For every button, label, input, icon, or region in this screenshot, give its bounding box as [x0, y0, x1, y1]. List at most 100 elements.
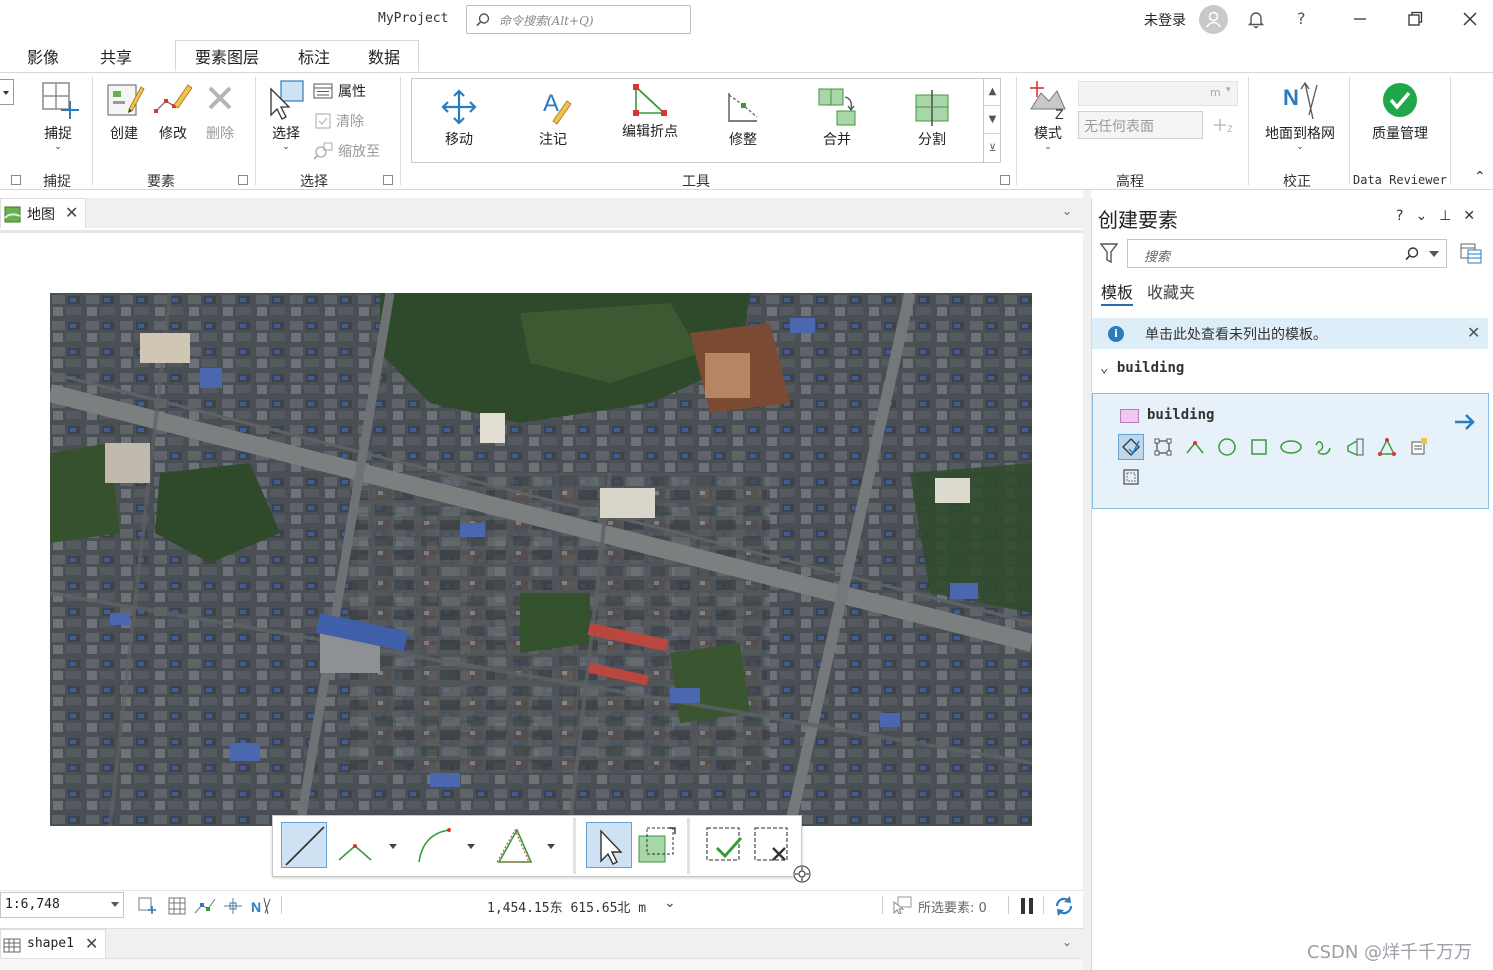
- create-button[interactable]: 创建: [101, 79, 147, 143]
- ribbon-left-dropdown[interactable]: [0, 79, 14, 105]
- square-tool[interactable]: [1246, 434, 1272, 460]
- rectangle-tool[interactable]: [1150, 434, 1176, 460]
- pane-close-icon[interactable]: ✕: [1463, 208, 1475, 224]
- notification-bell-icon[interactable]: [1246, 9, 1266, 29]
- elevation-unit-dropdown[interactable]: m ▾: [1078, 81, 1238, 106]
- status-separator: [1043, 896, 1044, 914]
- circle-tool[interactable]: [1214, 434, 1240, 460]
- unlisted-templates-info-bar[interactable]: i 单击此处查看未列出的模板。 ✕: [1092, 318, 1488, 349]
- close-tab-icon[interactable]: ✕: [65, 203, 78, 222]
- modify-button[interactable]: 修改: [150, 79, 196, 143]
- tab-data[interactable]: 数据: [366, 44, 402, 68]
- command-search-input[interactable]: 命令搜索(Alt+Q): [466, 5, 691, 34]
- scale-selector[interactable]: 1:6,748: [0, 892, 124, 918]
- add-z-icon[interactable]: z: [1212, 115, 1238, 135]
- ground-to-grid-button[interactable]: N 地面到格网 ⌄: [1258, 79, 1342, 152]
- discard-x-icon: [754, 827, 788, 861]
- refresh-icon[interactable]: [1053, 895, 1075, 917]
- polyline-tool-button[interactable]: [335, 822, 399, 868]
- pane-help-icon[interactable]: ?: [1396, 208, 1403, 224]
- close-tab-icon[interactable]: ✕: [85, 934, 98, 953]
- minimize-icon[interactable]: [1349, 8, 1371, 30]
- tab-labeling[interactable]: 标注: [296, 44, 332, 68]
- coordinate-format-chevron-icon[interactable]: ⌄: [664, 895, 676, 911]
- close-window-icon[interactable]: [1459, 8, 1481, 30]
- reshape-tool-button[interactable]: 修整: [714, 87, 772, 149]
- arc-tool-button[interactable]: [413, 822, 477, 868]
- chevron-down-icon[interactable]: ⌄: [1062, 935, 1072, 949]
- merge-tool-button[interactable]: 合并: [808, 87, 866, 149]
- elevation-surface-field[interactable]: 无任何表面: [1078, 111, 1203, 139]
- restore-icon[interactable]: [1404, 8, 1426, 30]
- tab-favorites[interactable]: 收藏夹: [1147, 279, 1195, 303]
- tab-feature-layer[interactable]: 要素图层: [193, 44, 261, 68]
- feature-template-card[interactable]: building: [1092, 393, 1489, 509]
- template-group-header[interactable]: ⌄ building: [1100, 360, 1184, 376]
- search-icon[interactable]: [1404, 246, 1420, 262]
- finish-sketch-button[interactable]: [701, 822, 747, 868]
- line-tool-button[interactable]: [281, 822, 327, 868]
- gallery-scroll-up-icon[interactable]: ▲: [984, 78, 1001, 106]
- ellipse-tool[interactable]: [1278, 434, 1304, 460]
- delete-button[interactable]: 删除: [197, 79, 243, 143]
- login-status[interactable]: 未登录: [1144, 10, 1186, 30]
- satellite-imagery[interactable]: [50, 293, 1032, 826]
- gallery-expand-icon[interactable]: ⊻: [984, 134, 1001, 162]
- elevation-mode-button[interactable]: Z 模式 ⌄: [1024, 79, 1072, 152]
- arc-icon: [418, 828, 475, 863]
- toolbar-settings-gear-icon[interactable]: [792, 864, 812, 884]
- attributes-button[interactable]: 属性: [313, 81, 366, 101]
- tab-attribute-table[interactable]: shape1 ✕: [0, 929, 106, 959]
- move-tool-button[interactable]: 移动: [430, 87, 488, 149]
- grid-icon[interactable]: [168, 897, 186, 915]
- tab-share[interactable]: 共享: [98, 44, 134, 68]
- pane-pin-icon[interactable]: ⊥: [1439, 208, 1451, 224]
- dialog-launcher-icon[interactable]: [1000, 175, 1010, 185]
- active-template-arrow-icon[interactable]: [1453, 412, 1477, 432]
- polygon-tool[interactable]: [1118, 434, 1144, 460]
- annotate-tool-button[interactable]: A 注记: [524, 87, 582, 149]
- select-button[interactable]: 选择 ⌄: [264, 79, 308, 152]
- search-options-chevron-icon[interactable]: [1429, 251, 1439, 257]
- gallery-scroll-down-icon[interactable]: ▼: [984, 106, 1001, 134]
- template-search-input[interactable]: 搜索: [1127, 239, 1447, 268]
- split-polygon-tool[interactable]: [1406, 434, 1432, 460]
- manage-templates-icon[interactable]: [1460, 242, 1482, 264]
- select-by-rectangle-button[interactable]: [635, 822, 681, 868]
- chevron-down-icon[interactable]: ⌄: [1062, 204, 1072, 218]
- dialog-launcher-icon[interactable]: [11, 175, 21, 185]
- snapping-toggle-icon[interactable]: [194, 897, 216, 915]
- snap-button[interactable]: 捕捉 ⌄: [34, 79, 82, 152]
- map-view[interactable]: [0, 230, 1083, 890]
- split-tool-button[interactable]: 分割: [903, 87, 961, 149]
- trace-tool[interactable]: [1374, 434, 1400, 460]
- autocomplete-polygon-tool[interactable]: [1342, 434, 1368, 460]
- zoom-to-selection-button[interactable]: 缩放至: [313, 141, 380, 161]
- ground-to-grid-status-icon[interactable]: N: [250, 896, 272, 916]
- tab-imagery[interactable]: 影像: [25, 44, 61, 68]
- add-data-icon[interactable]: [138, 897, 158, 915]
- quality-management-button[interactable]: 质量管理: [1362, 79, 1438, 143]
- freehand-tool[interactable]: [1310, 434, 1336, 460]
- command-search-placeholder: 命令搜索(Alt+Q): [499, 14, 594, 28]
- rectangle-extent-tool[interactable]: [1118, 464, 1144, 490]
- pause-drawing-icon[interactable]: [1020, 897, 1034, 915]
- pane-divider[interactable]: [1083, 190, 1091, 970]
- filter-icon[interactable]: [1100, 242, 1118, 264]
- dialog-launcher-icon[interactable]: [238, 175, 248, 185]
- constraints-icon[interactable]: [223, 897, 243, 915]
- user-avatar-icon[interactable]: [1199, 5, 1228, 34]
- tab-map[interactable]: 地图 ✕: [0, 198, 86, 228]
- tab-templates[interactable]: 模板: [1101, 279, 1134, 306]
- dialog-launcher-icon[interactable]: [383, 175, 393, 185]
- pane-options-chevron-icon[interactable]: ⌄: [1415, 208, 1427, 224]
- discard-sketch-button[interactable]: [749, 822, 795, 868]
- close-info-icon[interactable]: ✕: [1467, 323, 1480, 342]
- edit-vertices-tool-button[interactable]: 编辑折点: [615, 79, 685, 141]
- polygon-tool-button[interactable]: [493, 822, 557, 868]
- help-icon[interactable]: ?: [1297, 9, 1306, 28]
- right-angle-tool[interactable]: [1182, 434, 1208, 460]
- clear-selection-button[interactable]: 清除: [315, 111, 364, 131]
- collapse-ribbon-icon[interactable]: ⌃: [1474, 169, 1486, 185]
- select-features-button[interactable]: [586, 822, 632, 868]
